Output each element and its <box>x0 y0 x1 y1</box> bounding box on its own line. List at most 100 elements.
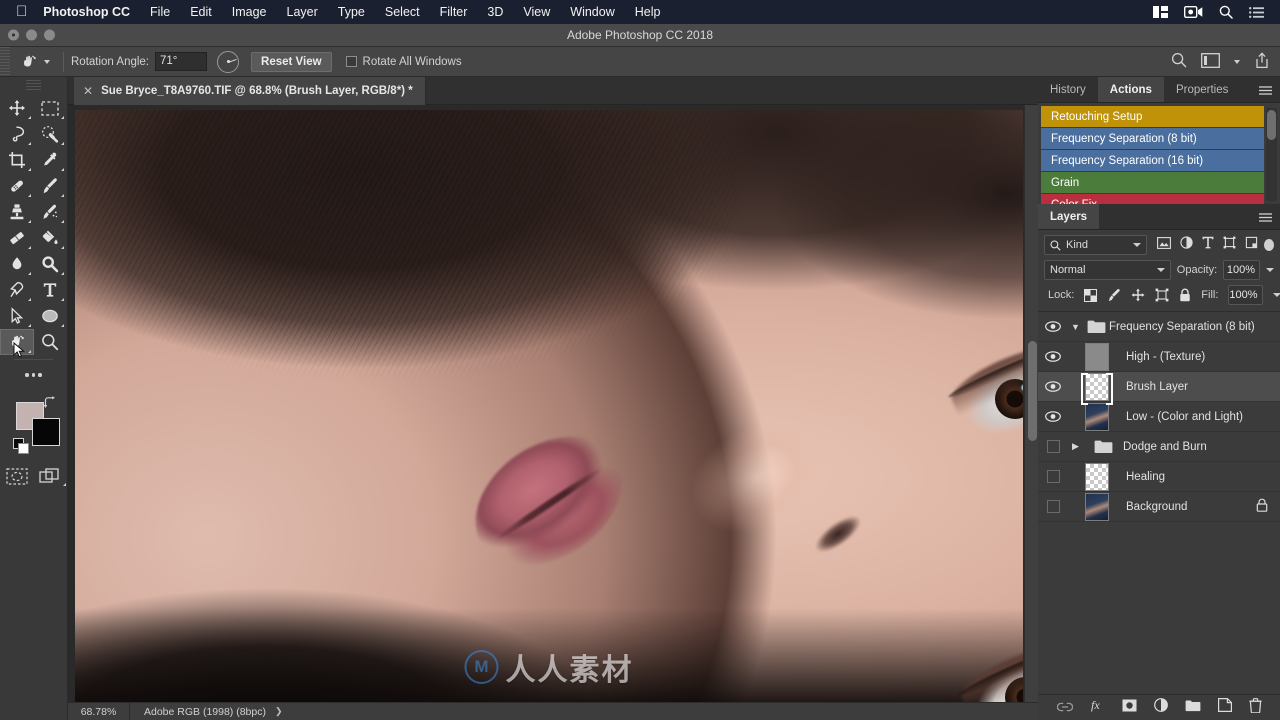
table-row[interactable]: Low - (Color and Light) <box>1038 402 1280 432</box>
table-row[interactable]: Brush Layer <box>1038 372 1280 405</box>
smart-object-filter-icon[interactable] <box>1245 236 1258 254</box>
chevron-down-icon[interactable]: ▼ <box>1068 322 1083 332</box>
table-row[interactable]: Healing <box>1038 462 1280 492</box>
rotation-angle-input[interactable]: 71° <box>155 52 208 71</box>
opacity-input[interactable]: 100% <box>1223 260 1260 280</box>
screen-mode-icon[interactable] <box>38 466 67 486</box>
vertical-scrollbar-thumb[interactable] <box>1028 341 1037 441</box>
actions-scrollbar-thumb[interactable] <box>1267 110 1276 140</box>
notification-center-icon[interactable] <box>1249 6 1264 18</box>
vertical-scrollbar[interactable] <box>1024 105 1038 703</box>
link-layers-icon[interactable] <box>1056 699 1073 717</box>
dodge-tool[interactable] <box>34 251 68 277</box>
add-layer-style-icon[interactable]: fx <box>1090 698 1105 717</box>
quick-mask-icon[interactable] <box>5 466 29 486</box>
type-tool[interactable] <box>34 277 68 303</box>
menu-app-name[interactable]: Photoshop CC <box>41 5 140 19</box>
table-row[interactable]: Background <box>1038 492 1280 522</box>
layer-thumbnail[interactable] <box>1068 372 1126 405</box>
layer-thumbnail[interactable] <box>1068 342 1126 371</box>
lock-all-icon[interactable] <box>1179 288 1191 302</box>
menu-layer[interactable]: Layer <box>277 5 328 19</box>
zoom-button[interactable] <box>44 29 55 41</box>
document-tab[interactable]: ✕ Sue Bryce_T8A9760.TIF @ 68.8% (Brush L… <box>74 77 426 105</box>
lock-image-pixels-icon[interactable] <box>1107 288 1121 302</box>
table-row[interactable]: High - (Texture) <box>1038 342 1280 372</box>
edit-toolbar-button[interactable] <box>0 364 67 386</box>
chevron-right-icon[interactable]: ▶ <box>1068 441 1083 452</box>
paint-bucket-tool[interactable] <box>34 225 68 251</box>
blend-mode-select[interactable]: Normal <box>1044 260 1171 280</box>
layer-visibility-toggle[interactable] <box>1038 500 1068 513</box>
spotlight-search-icon[interactable] <box>1219 5 1233 19</box>
layer-filter-toggle[interactable] <box>1263 239 1274 251</box>
layer-thumbnail[interactable] <box>1068 492 1126 521</box>
panel-menu-icon[interactable] <box>1259 204 1272 230</box>
layer-visibility-toggle[interactable] <box>1038 351 1068 362</box>
lock-artboard-icon[interactable] <box>1155 288 1169 302</box>
table-row[interactable]: ▶ Dodge and Burn <box>1038 432 1280 462</box>
table-row[interactable]: ▼ Frequency Separation (8 bit) <box>1038 312 1280 342</box>
history-brush-tool[interactable] <box>34 199 68 225</box>
minimize-button[interactable] <box>26 29 37 41</box>
quick-selection-tool[interactable] <box>34 121 68 147</box>
layer-visibility-toggle[interactable] <box>1038 381 1068 392</box>
lock-transparent-pixels-icon[interactable] <box>1084 288 1098 302</box>
adjustment-filter-icon[interactable] <box>1180 236 1193 254</box>
blur-tool[interactable] <box>0 251 34 277</box>
menu-select[interactable]: Select <box>375 5 430 19</box>
menu-3d[interactable]: 3D <box>477 5 513 19</box>
share-icon[interactable] <box>1254 51 1270 72</box>
rotation-dial-icon[interactable] <box>217 50 240 73</box>
pen-tool[interactable] <box>0 277 34 303</box>
action-row[interactable]: Retouching Setup <box>1041 106 1264 127</box>
layer-visibility-toggle[interactable] <box>1038 440 1068 453</box>
panel-menu-icon[interactable] <box>1259 77 1272 103</box>
action-row[interactable]: Grain <box>1041 172 1264 193</box>
fill-input[interactable]: 100% <box>1228 285 1263 305</box>
document-image[interactable]: 人人素材 <box>75 110 1023 703</box>
search-icon[interactable] <box>1171 52 1187 71</box>
menu-view[interactable]: View <box>513 5 560 19</box>
type-filter-icon[interactable] <box>1202 236 1214 254</box>
tab-actions[interactable]: Actions <box>1097 77 1164 102</box>
options-bar-grip[interactable] <box>0 46 10 77</box>
layer-visibility-toggle[interactable] <box>1038 321 1068 332</box>
spot-healing-brush-tool[interactable] <box>0 173 34 199</box>
screen-recording-icon[interactable] <box>1184 6 1203 18</box>
chevron-down-icon[interactable] <box>1272 293 1280 297</box>
new-layer-icon[interactable] <box>1217 698 1232 717</box>
lock-position-icon[interactable] <box>1131 288 1145 302</box>
workspace-arrange-icon[interactable] <box>1201 52 1220 71</box>
tools-panel-grip[interactable] <box>26 80 41 91</box>
crop-tool[interactable] <box>0 147 34 173</box>
rotate-view-tool[interactable] <box>0 329 34 358</box>
canvas-area[interactable]: 人人素材 <box>68 105 1038 720</box>
move-tool[interactable] <box>0 95 34 121</box>
clone-stamp-tool[interactable] <box>0 199 34 225</box>
default-colors-white[interactable] <box>18 443 29 454</box>
layer-visibility-toggle[interactable] <box>1038 411 1068 422</box>
layer-visibility-toggle[interactable] <box>1038 470 1068 483</box>
chevron-down-icon[interactable] <box>1266 268 1274 272</box>
chevron-down-icon[interactable] <box>1234 59 1240 64</box>
checkbox-box[interactable] <box>345 56 357 67</box>
swap-colors-icon[interactable] <box>43 396 57 412</box>
close-icon[interactable]: ✕ <box>83 84 93 98</box>
menu-image[interactable]: Image <box>222 5 277 19</box>
brush-tool[interactable] <box>34 173 68 199</box>
action-row[interactable]: Frequency Separation (16 bit) <box>1041 150 1264 171</box>
control-center-icon[interactable] <box>1153 6 1168 18</box>
tab-properties[interactable]: Properties <box>1164 77 1240 102</box>
menu-help[interactable]: Help <box>625 5 671 19</box>
zoom-tool[interactable] <box>34 329 68 355</box>
layer-thumbnail[interactable] <box>1068 462 1126 491</box>
action-row[interactable]: Frequency Separation (8 bit) <box>1041 128 1264 149</box>
chevron-down-icon[interactable] <box>1156 268 1165 272</box>
actions-scrollbar[interactable] <box>1266 108 1277 201</box>
menu-window[interactable]: Window <box>560 5 624 19</box>
rotate-all-windows-checkbox[interactable]: Rotate All Windows <box>345 56 462 68</box>
actions-list[interactable]: Retouching Setup Frequency Separation (8… <box>1038 103 1280 204</box>
menu-file[interactable]: File <box>140 5 180 19</box>
apple-icon[interactable]:  <box>16 4 27 19</box>
